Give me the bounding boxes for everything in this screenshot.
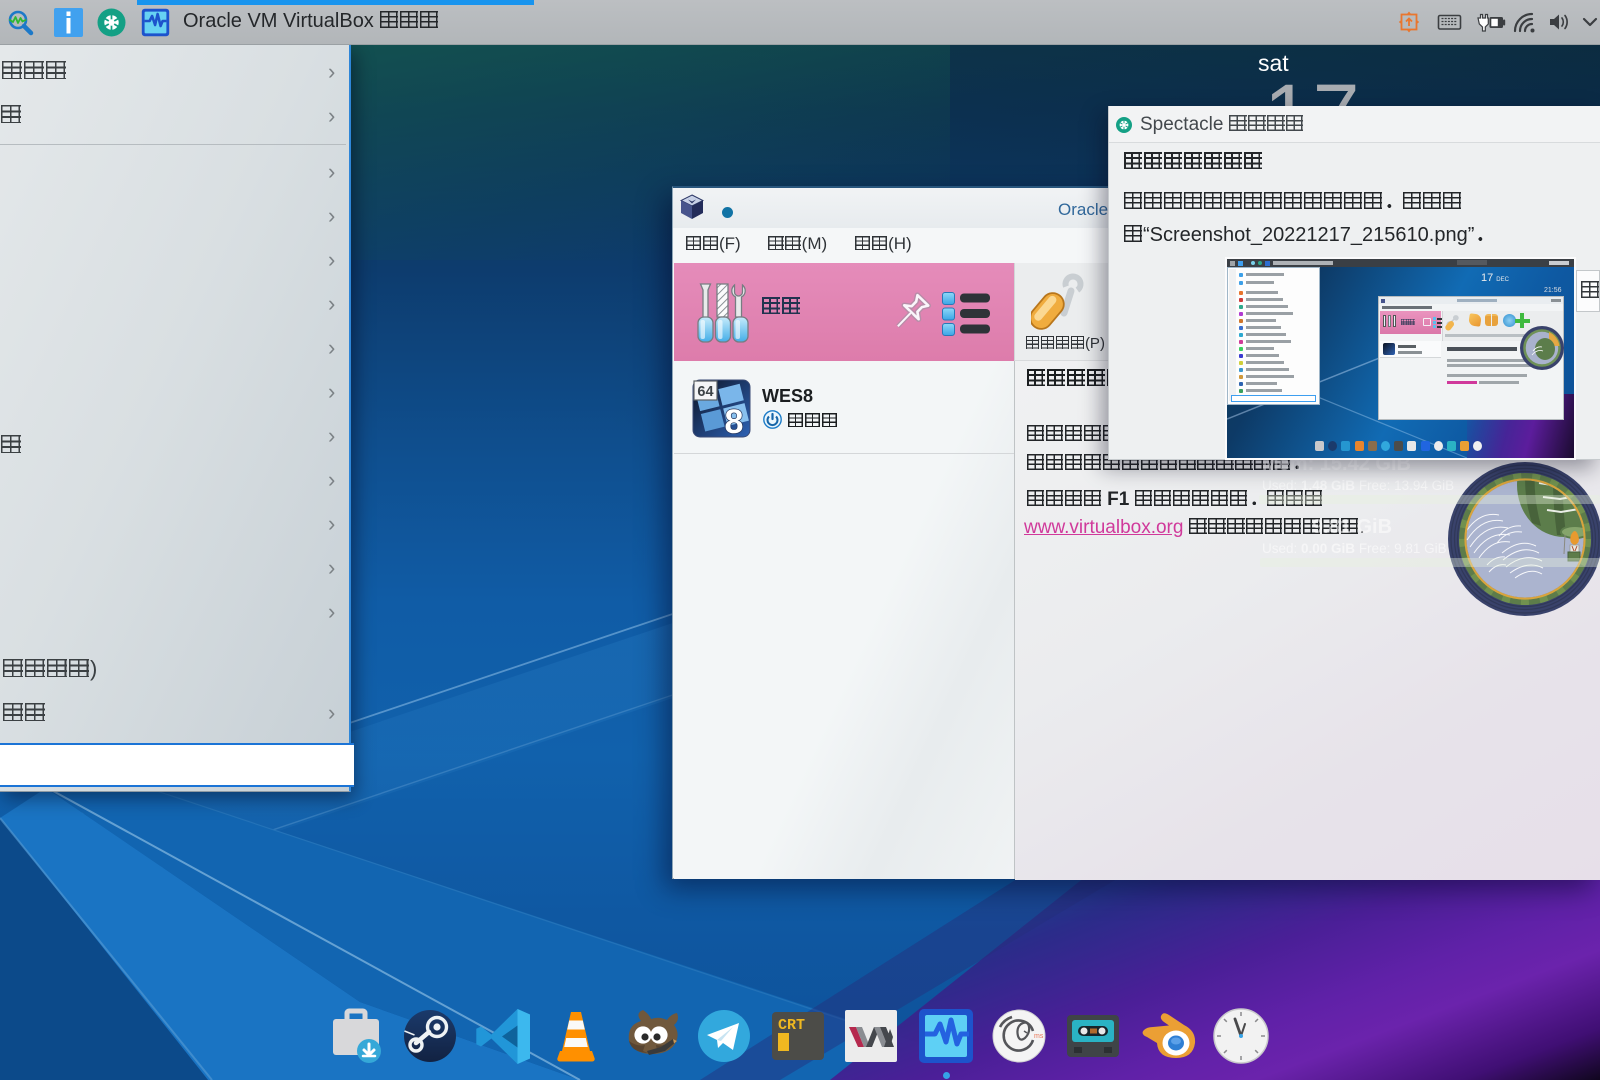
svg-text:64: 64 [697,384,713,400]
svg-text:8: 8 [725,403,744,438]
svg-text:CRT: CRT [778,1017,805,1034]
svg-text:ms: ms [1034,1033,1044,1040]
